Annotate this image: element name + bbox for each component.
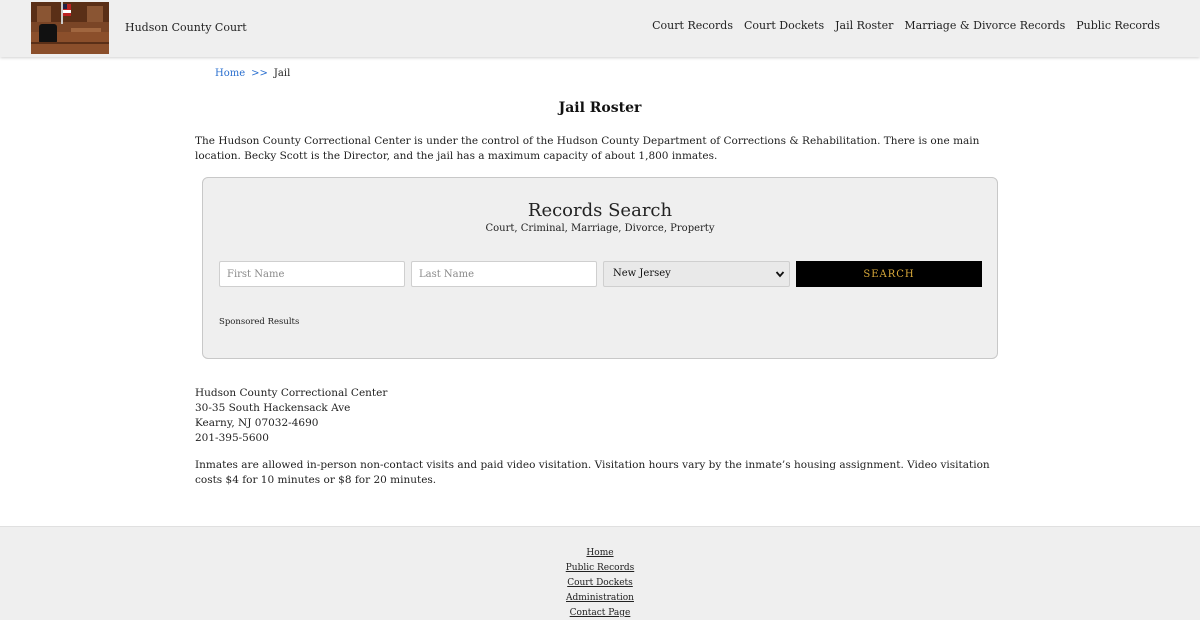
page-title: Jail Roster [558, 100, 642, 116]
nav-marriage-divorce-records[interactable]: Marriage & Divorce Records [904, 19, 1065, 32]
site-header: Hudson County Court Court Records Court … [0, 0, 1200, 57]
search-subtitle: Court, Criminal, Marriage, Divorce, Prop… [485, 223, 715, 234]
nav-jail-roster[interactable]: Jail Roster [835, 19, 893, 32]
facility-name: Hudson County Correctional Center [195, 387, 388, 399]
footer-links: Home Public Records Court Dockets Admini… [0, 546, 1200, 621]
footer-link-court-dockets[interactable]: Court Dockets [0, 576, 1200, 591]
intro-paragraph: The Hudson County Correctional Center is… [195, 135, 980, 162]
facility-city: Kearny, NJ 07032-4690 [195, 417, 319, 429]
nav-public-records[interactable]: Public Records [1076, 19, 1160, 32]
facility-phone: 201-395-5600 [195, 432, 269, 444]
footer-link-contact-page[interactable]: Contact Page [0, 606, 1200, 621]
facility-street: 30-35 South Hackensack Ave [195, 402, 351, 414]
site-footer: Home Public Records Court Dockets Admini… [0, 526, 1200, 620]
main-nav: Court Records Court Dockets Jail Roster … [652, 19, 1160, 32]
site-name[interactable]: Hudson County Court [125, 21, 247, 34]
courtroom-logo-image[interactable] [31, 2, 109, 54]
footer-link-administration[interactable]: Administration [0, 591, 1200, 606]
search-title: Records Search [527, 200, 673, 221]
facility-address: Hudson County Correctional Center 30-35 … [195, 386, 387, 446]
breadcrumb-separator: >> [251, 68, 268, 79]
nav-court-dockets[interactable]: Court Dockets [744, 19, 824, 32]
breadcrumb-home-link[interactable]: Home [215, 68, 245, 79]
nav-court-records[interactable]: Court Records [652, 19, 733, 32]
records-search-panel: Records Search Court, Criminal, Marriage… [202, 177, 998, 359]
footer-link-home[interactable]: Home [0, 546, 1200, 561]
sponsored-results-label: Sponsored Results [219, 317, 300, 327]
breadcrumb: Home >> Jail [215, 68, 290, 79]
visitation-paragraph: Inmates are allowed in-person non-contac… [195, 459, 990, 486]
state-select[interactable]: New Jersey [603, 261, 790, 287]
last-name-input[interactable] [411, 261, 597, 287]
state-select-value: New Jersey [613, 268, 671, 279]
search-button[interactable]: SEARCH [796, 261, 982, 287]
chevron-down-icon [775, 269, 785, 279]
first-name-input[interactable] [219, 261, 405, 287]
footer-link-public-records[interactable]: Public Records [0, 561, 1200, 576]
breadcrumb-current: Jail [273, 68, 291, 79]
